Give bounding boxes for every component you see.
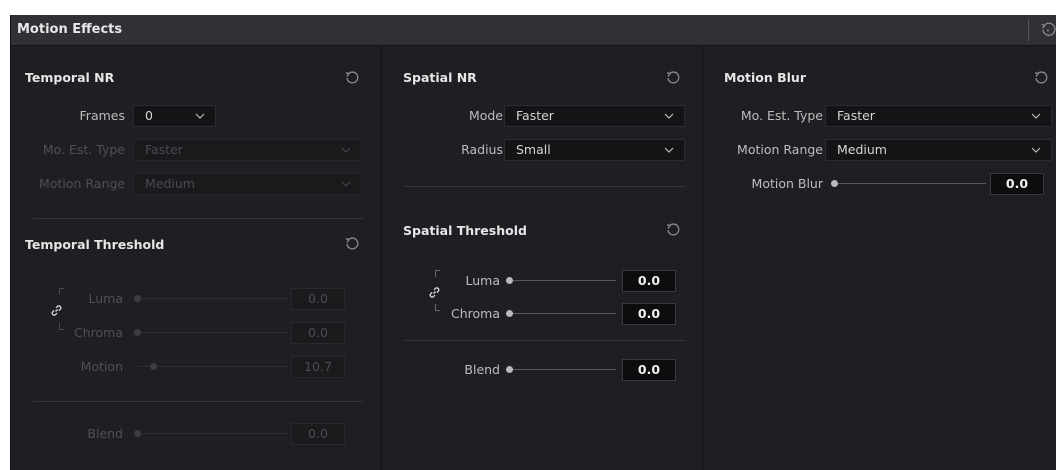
- slider-track: [138, 332, 288, 333]
- temporal-motion-label: Motion: [80, 359, 123, 374]
- blur-motion-range-dropdown[interactable]: Medium: [825, 139, 1052, 161]
- temporal-mo-est-type-dropdown[interactable]: Faster: [133, 139, 362, 161]
- chevron-down-icon: [341, 181, 351, 187]
- spatial-luma-label: Luma: [465, 273, 500, 288]
- temporal-luma-value[interactable]: 0.0: [291, 288, 345, 310]
- link-icon[interactable]: [428, 286, 441, 299]
- slider-knob[interactable]: [831, 180, 838, 187]
- temporal-chroma-value[interactable]: 0.0: [291, 322, 345, 344]
- slider-knob[interactable]: [506, 366, 513, 373]
- motion-effects-panel: Motion Effects Temporal NR Frames 0 Mo. …: [10, 15, 1056, 470]
- bracket-top-icon: [435, 270, 440, 277]
- slider-knob[interactable]: [506, 310, 513, 317]
- section-divider: [33, 401, 363, 402]
- panel-header: Motion Effects: [11, 15, 1056, 46]
- temporal-blend-value[interactable]: 0.0: [291, 423, 345, 445]
- temporal-mo-est-type-label: Mo. Est. Type: [42, 142, 125, 157]
- mode-label: Mode: [468, 108, 503, 123]
- spatial-blend-value[interactable]: 0.0: [622, 359, 676, 381]
- slider-track: [510, 313, 616, 314]
- motion-blur-value[interactable]: 0.0: [990, 173, 1044, 195]
- slider-knob[interactable]: [134, 430, 141, 437]
- spatial-threshold-title: Spatial Threshold: [403, 223, 527, 238]
- blur-mo-est-type-label: Mo. Est. Type: [740, 108, 823, 123]
- temporal-luma-label: Luma: [88, 291, 123, 306]
- section-divider: [404, 186, 686, 187]
- blur-motion-range-value: Medium: [837, 142, 887, 157]
- spatial-chroma-slider[interactable]: [506, 308, 616, 320]
- spatial-threshold-reset-icon[interactable]: [665, 222, 681, 238]
- motion-blur-reset-icon[interactable]: [1033, 70, 1049, 86]
- mode-value: Faster: [516, 108, 554, 123]
- temporal-motion-slider[interactable]: [138, 361, 294, 373]
- spatial-nr-column: Spatial NR Mode Faster Radius Small Spat…: [382, 46, 702, 470]
- temporal-chroma-label: Chroma: [74, 325, 123, 340]
- chevron-down-icon: [341, 147, 351, 153]
- panel-title: Motion Effects: [17, 22, 123, 37]
- temporal-blend-slider[interactable]: [134, 428, 294, 440]
- slider-track: [138, 433, 288, 434]
- motion-blur-label: Motion Blur: [751, 176, 823, 191]
- slider-track: [510, 280, 616, 281]
- spatial-luma-value[interactable]: 0.0: [622, 270, 676, 292]
- mode-dropdown[interactable]: Faster: [504, 105, 685, 127]
- temporal-threshold-reset-icon[interactable]: [344, 236, 360, 252]
- section-divider: [33, 218, 363, 219]
- temporal-motion-range-label: Motion Range: [39, 176, 125, 191]
- slider-knob[interactable]: [134, 295, 141, 302]
- chevron-down-icon: [1031, 113, 1041, 119]
- slider-knob[interactable]: [506, 277, 513, 284]
- spatial-chroma-value[interactable]: 0.0: [622, 303, 676, 325]
- blur-mo-est-type-dropdown[interactable]: Faster: [825, 105, 1052, 127]
- frames-dropdown[interactable]: 0: [133, 105, 216, 127]
- temporal-nr-column: Temporal NR Frames 0 Mo. Est. Type Faste…: [11, 46, 381, 470]
- temporal-threshold-title: Temporal Threshold: [25, 237, 165, 252]
- blur-mo-est-type-value: Faster: [837, 108, 875, 123]
- slider-track: [138, 298, 288, 299]
- frames-label: Frames: [79, 108, 125, 123]
- radius-dropdown[interactable]: Small: [504, 139, 685, 161]
- spatial-nr-reset-icon[interactable]: [665, 70, 681, 86]
- chevron-down-icon: [664, 113, 674, 119]
- spatial-blend-label: Blend: [464, 362, 500, 377]
- frames-value: 0: [145, 108, 153, 123]
- temporal-luma-slider[interactable]: [134, 293, 294, 305]
- temporal-motion-range-dropdown[interactable]: Medium: [133, 173, 362, 195]
- spatial-blend-slider[interactable]: [506, 364, 616, 376]
- spatial-luma-slider[interactable]: [506, 275, 616, 287]
- section-divider: [404, 340, 686, 341]
- spatial-chroma-label: Chroma: [451, 306, 500, 321]
- blur-motion-range-label: Motion Range: [737, 142, 823, 157]
- chevron-down-icon: [1031, 147, 1041, 153]
- slider-track: [510, 369, 616, 370]
- slider-track: [138, 366, 288, 367]
- slider-knob[interactable]: [150, 363, 157, 370]
- motion-blur-slider[interactable]: [831, 178, 986, 190]
- motion-blur-column: Motion Blur Mo. Est. Type Faster Motion …: [703, 46, 1056, 470]
- radius-value: Small: [516, 142, 551, 157]
- motion-blur-title: Motion Blur: [724, 70, 807, 85]
- chevron-down-icon: [664, 147, 674, 153]
- temporal-mo-est-type-value: Faster: [145, 142, 183, 157]
- header-divider: [1028, 19, 1029, 41]
- temporal-blend-label: Blend: [87, 426, 123, 441]
- chevron-down-icon: [195, 113, 205, 119]
- reset-icon[interactable]: [1039, 21, 1056, 39]
- temporal-nr-title: Temporal NR: [25, 70, 115, 85]
- temporal-chroma-slider[interactable]: [134, 327, 294, 339]
- temporal-motion-value[interactable]: 10.7: [291, 356, 345, 378]
- slider-track: [835, 183, 986, 184]
- temporal-motion-range-value: Medium: [145, 176, 195, 191]
- spatial-nr-title: Spatial NR: [403, 70, 477, 85]
- radius-label: Radius: [461, 142, 503, 157]
- temporal-nr-reset-icon[interactable]: [344, 70, 360, 86]
- slider-knob[interactable]: [134, 329, 141, 336]
